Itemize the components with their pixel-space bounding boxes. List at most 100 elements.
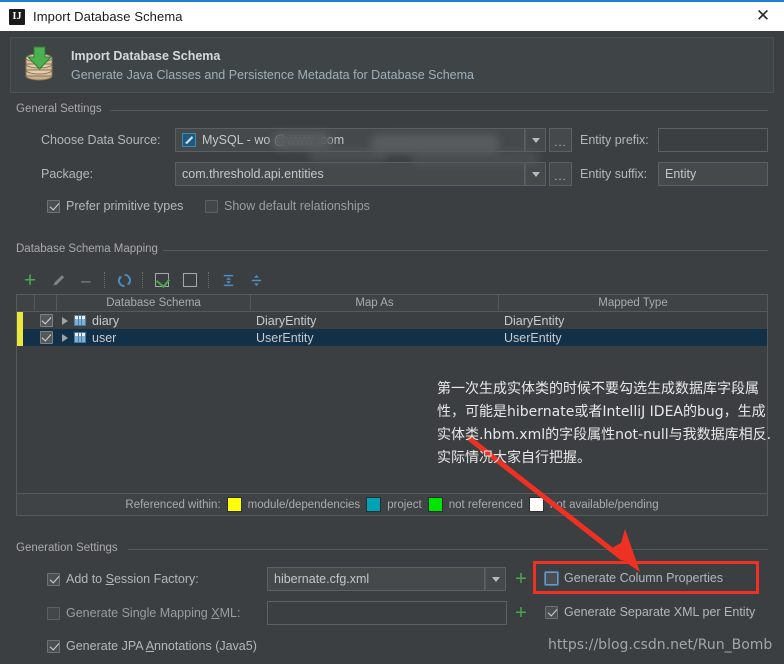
row-map-as: DiaryEntity bbox=[256, 313, 317, 328]
table-header-row: Database Schema Map As Mapped Type bbox=[17, 295, 767, 312]
legend-swatch-project bbox=[366, 497, 382, 512]
data-source-field[interactable]: MySQL - wo @www .com bbox=[175, 128, 525, 152]
table-header-marker[interactable] bbox=[17, 295, 35, 311]
table-icon bbox=[74, 315, 86, 326]
generation-settings-label: Generation Settings bbox=[16, 542, 123, 554]
schema-mapping-divider bbox=[160, 250, 768, 251]
session-factory-input[interactable]: hibernate.cfg.xml bbox=[267, 567, 485, 591]
data-source-label: Choose Data Source: bbox=[41, 133, 161, 147]
chevron-down-icon bbox=[491, 576, 500, 582]
minus-icon: – bbox=[81, 270, 91, 290]
toolbar-separator bbox=[142, 272, 144, 288]
entity-prefix-input[interactable] bbox=[658, 128, 768, 152]
row-schema-name: user bbox=[92, 330, 117, 345]
empty-box-icon bbox=[183, 273, 197, 287]
generate-column-properties-label: Generate Column Properties bbox=[564, 571, 724, 585]
checkbox-box bbox=[47, 606, 60, 620]
row-checkbox[interactable] bbox=[35, 312, 57, 329]
watermark-url: https://blog.csdn.net/Run_Bomb bbox=[548, 637, 773, 653]
row-mapped-type: DiaryEntity bbox=[504, 313, 565, 328]
table-row[interactable]: diary DiaryEntity DiaryEntity bbox=[17, 312, 767, 329]
generate-jpa-annotations-label: Generate JPA bbox=[66, 639, 146, 653]
reference-legend: Referenced within: module/dependencies p… bbox=[16, 494, 768, 516]
banner-subtitle: Generate Java Classes and Persistence Me… bbox=[71, 67, 474, 82]
legend-label-project: project bbox=[387, 498, 422, 511]
generate-jpa-annotations-checkbox[interactable]: Generate JPA Annotations (Java5) bbox=[47, 639, 257, 653]
generation-settings-divider bbox=[128, 549, 768, 550]
table-header-checkbox[interactable] bbox=[35, 295, 57, 311]
generate-single-mapping-xml-checkbox[interactable]: Generate Single Mapping XML: bbox=[47, 606, 240, 620]
refresh-button[interactable] bbox=[110, 267, 138, 293]
table-header-map-as[interactable]: Map As bbox=[251, 295, 499, 311]
remove-button[interactable]: – bbox=[72, 267, 100, 293]
row-map-as: UserEntity bbox=[256, 330, 314, 345]
package-browse-button[interactable]: ... bbox=[549, 162, 572, 186]
schema-mapping-toolbar: + – bbox=[16, 266, 768, 294]
table-header-mapped-type[interactable]: Mapped Type bbox=[499, 295, 767, 311]
toolbar-separator bbox=[104, 272, 106, 288]
mysql-datasource-icon bbox=[182, 133, 196, 147]
legend-label-not-referenced: not referenced bbox=[448, 498, 523, 511]
prefer-primitive-types-checkbox[interactable]: Prefer primitive types bbox=[47, 199, 183, 213]
single-mapping-xml-input[interactable] bbox=[267, 601, 507, 625]
select-all-button[interactable] bbox=[148, 267, 176, 293]
row-mapped-type: UserEntity bbox=[504, 330, 562, 345]
edit-button[interactable] bbox=[44, 267, 72, 293]
data-source-dropdown-arrow[interactable] bbox=[525, 128, 546, 152]
entity-suffix-label: Entity suffix: bbox=[580, 167, 648, 181]
row-schema-name: diary bbox=[92, 313, 120, 328]
data-source-value: MySQL - wo @www .com bbox=[202, 133, 345, 147]
row-checkbox[interactable] bbox=[35, 329, 57, 346]
legend-title: Referenced within: bbox=[125, 498, 221, 511]
entity-suffix-input[interactable]: Entity bbox=[658, 162, 768, 186]
show-default-relationships-checkbox[interactable]: Show default relationships bbox=[205, 199, 370, 213]
checkbox-box bbox=[47, 199, 60, 213]
plus-icon: + bbox=[23, 268, 37, 292]
table-header-database-schema[interactable]: Database Schema bbox=[57, 295, 251, 311]
add-button[interactable]: + bbox=[16, 267, 44, 293]
checkbox-box bbox=[205, 199, 218, 213]
toolbar-separator bbox=[208, 272, 210, 288]
expand-triangle-icon[interactable] bbox=[62, 333, 68, 342]
checkbox-box bbox=[544, 570, 559, 586]
intellij-idea-icon: IJ bbox=[9, 8, 25, 25]
schema-mapping-label: Database Schema Mapping bbox=[16, 243, 163, 255]
legend-swatch-not-available bbox=[528, 497, 544, 512]
entity-prefix-label: Entity prefix: bbox=[580, 133, 649, 147]
window-titlebar: IJ Import Database Schema ✕ bbox=[0, 2, 784, 31]
generate-jpa-annotations-label-rest: nnotations (Java5) bbox=[154, 639, 257, 653]
legend-swatch-not-referenced bbox=[427, 497, 443, 512]
checkbox-box bbox=[545, 605, 558, 619]
collapse-all-button[interactable] bbox=[242, 267, 270, 293]
generate-column-properties-checkbox[interactable]: Generate Column Properties bbox=[544, 570, 724, 586]
legend-swatch-module-dependencies bbox=[226, 497, 242, 512]
table-icon bbox=[74, 332, 86, 343]
generate-single-mapping-xml-label-rest: ML: bbox=[219, 606, 241, 620]
table-row[interactable]: user UserEntity UserEntity bbox=[17, 329, 767, 346]
close-icon[interactable]: ✕ bbox=[752, 6, 774, 28]
generate-separate-xml-checkbox[interactable]: Generate Separate XML per Entity bbox=[545, 605, 755, 619]
session-factory-dropdown-arrow[interactable] bbox=[485, 567, 506, 591]
add-to-session-factory-label: Add to bbox=[66, 572, 106, 586]
window-title: Import Database Schema bbox=[33, 9, 183, 24]
schema-mapping-table: Database Schema Map As Mapped Type diary… bbox=[16, 294, 768, 494]
expand-triangle-icon[interactable] bbox=[62, 316, 68, 325]
data-source-browse-button[interactable]: ... bbox=[549, 128, 572, 152]
chevron-down-icon bbox=[531, 171, 540, 177]
add-to-session-factory-checkbox[interactable]: Add to Session Factory: bbox=[47, 572, 199, 586]
session-factory-add-button[interactable]: + bbox=[510, 567, 532, 591]
add-to-session-factory-label-rest: ession Factory: bbox=[113, 572, 199, 586]
package-dropdown-arrow[interactable] bbox=[525, 162, 546, 186]
prefer-primitive-types-label: Prefer primitive types bbox=[66, 199, 184, 213]
import-database-schema-dialog: IJ Import Database Schema ✕ Import Datab… bbox=[0, 0, 784, 664]
checkbox-box bbox=[47, 572, 60, 586]
expand-all-button[interactable] bbox=[214, 267, 242, 293]
mnemonic: X bbox=[211, 606, 220, 620]
package-field[interactable]: com.threshold.api.entities bbox=[175, 162, 525, 186]
refresh-icon bbox=[117, 273, 131, 287]
checkbox-box bbox=[47, 639, 60, 653]
legend-label-module-dependencies: module/dependencies bbox=[247, 498, 361, 511]
package-label: Package: bbox=[41, 167, 94, 181]
deselect-all-button[interactable] bbox=[176, 267, 204, 293]
single-mapping-xml-add-button[interactable]: + bbox=[510, 601, 532, 625]
